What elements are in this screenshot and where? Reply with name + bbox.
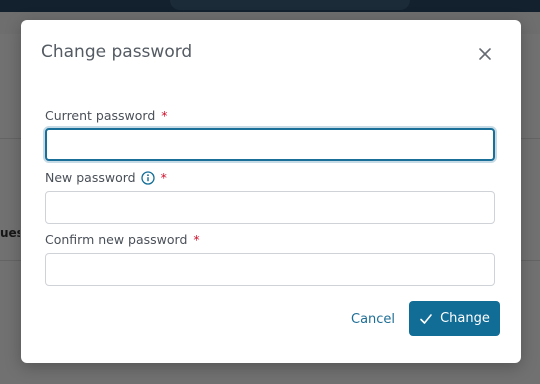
check-icon	[419, 312, 433, 326]
current-password-label: Current password *	[45, 108, 168, 123]
cancel-button[interactable]: Cancel	[351, 312, 395, 327]
current-password-label-text: Current password	[45, 108, 156, 123]
required-marker: *	[161, 108, 168, 123]
new-password-label-text: New password	[45, 170, 136, 185]
new-password-input[interactable]	[45, 191, 495, 224]
change-button-label: Change	[440, 311, 490, 326]
confirm-password-label-text: Confirm new password	[45, 232, 188, 247]
required-marker: *	[193, 232, 200, 247]
confirm-password-label: Confirm new password *	[45, 232, 200, 247]
close-button[interactable]	[475, 44, 495, 64]
change-button[interactable]: Change	[409, 301, 500, 336]
change-password-dialog: Change password Current password * New p…	[21, 20, 521, 363]
new-password-label: New password *	[45, 170, 167, 185]
info-icon[interactable]	[140, 170, 155, 185]
required-marker: *	[160, 170, 167, 185]
close-icon	[479, 48, 491, 60]
confirm-password-input[interactable]	[45, 253, 495, 286]
current-password-input[interactable]	[45, 128, 495, 161]
dialog-title: Change password	[41, 42, 193, 62]
